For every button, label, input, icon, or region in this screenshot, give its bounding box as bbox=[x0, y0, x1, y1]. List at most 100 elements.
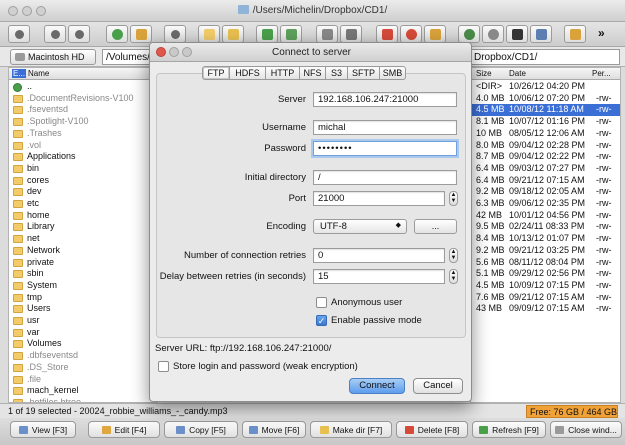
anonymous-checkbox[interactable] bbox=[316, 297, 327, 308]
toolbar-right-button[interactable] bbox=[68, 25, 90, 43]
ext-column-header[interactable]: E... bbox=[12, 69, 27, 78]
toolbar-sync-button[interactable] bbox=[280, 25, 302, 43]
port-input[interactable]: 21000 bbox=[313, 191, 445, 206]
perm-column-header[interactable]: Per... bbox=[592, 69, 611, 78]
toolbar-hex-button[interactable] bbox=[340, 25, 362, 43]
list-item[interactable]: 9.2 MB 09/21/12 03:25 PM -rw- bbox=[471, 245, 620, 257]
toolbar-newfolder-button[interactable] bbox=[198, 25, 220, 43]
right-file-panel[interactable]: Size Date Per... <DIR> 10/26/12 04:20 PM 4… bbox=[470, 67, 621, 403]
list-item[interactable]: dev bbox=[9, 186, 157, 198]
tab-s3[interactable]: S3 bbox=[326, 66, 348, 80]
list-item[interactable]: 42 MB 10/01/12 04:56 PM -rw- bbox=[471, 210, 620, 222]
close-dialog-icon[interactable] bbox=[156, 47, 166, 57]
size-column-header[interactable]: Size bbox=[476, 69, 492, 78]
list-item[interactable]: var bbox=[9, 327, 157, 339]
list-item[interactable]: 5.1 MB 09/29/12 02:56 PM -rw- bbox=[471, 268, 620, 280]
list-item[interactable]: Volumes bbox=[9, 338, 157, 350]
list-item[interactable]: cores bbox=[9, 175, 157, 187]
cancel-button[interactable]: Cancel bbox=[413, 378, 463, 394]
function-key-button[interactable]: Move [F6] bbox=[242, 421, 306, 438]
tab-ftp[interactable]: FTP bbox=[202, 66, 230, 80]
list-item[interactable]: usr bbox=[9, 315, 157, 327]
retries-stepper[interactable]: ▲ ▼ bbox=[449, 248, 458, 263]
function-key-button[interactable]: Edit [F4] bbox=[88, 421, 160, 438]
tab-sftp[interactable]: SFTP bbox=[348, 66, 380, 80]
toolbar-key-button[interactable] bbox=[424, 25, 446, 43]
right-path-field[interactable]: Dropbox/CD1/ bbox=[470, 49, 620, 65]
tab-nfs[interactable]: NFS bbox=[300, 66, 326, 80]
list-item[interactable]: 6.4 MB 09/21/12 07:15 AM -rw- bbox=[471, 175, 620, 187]
toolbar-up-button[interactable] bbox=[106, 25, 128, 43]
list-item[interactable]: .fseventsd bbox=[9, 104, 157, 116]
list-item[interactable]: .DocumentRevisions-V100 bbox=[9, 93, 157, 105]
list-item[interactable]: 4.5 MB 10/08/12 11:18 AM -rw- bbox=[471, 104, 620, 117]
left-path-field[interactable]: /Volumes/ bbox=[102, 49, 152, 65]
function-key-button[interactable]: Delete [F8] bbox=[396, 421, 468, 438]
initial-directory-input[interactable]: / bbox=[313, 170, 457, 185]
store-login-checkbox[interactable] bbox=[158, 361, 169, 372]
delay-stepper[interactable]: ▲ ▼ bbox=[449, 269, 458, 284]
list-item[interactable]: System bbox=[9, 280, 157, 292]
left-file-panel[interactable]: E... Name .. .DocumentRevisions-V100 .fsev… bbox=[8, 67, 158, 403]
list-item[interactable]: 6.3 MB 09/06/12 02:35 PM -rw- bbox=[471, 198, 620, 210]
server-input[interactable]: 192.168.106.247:21000 bbox=[313, 92, 457, 107]
list-item[interactable]: .file bbox=[9, 374, 157, 386]
retries-input[interactable]: 0 bbox=[313, 248, 445, 263]
list-item[interactable]: net bbox=[9, 233, 157, 245]
toolbar-terminal-button[interactable] bbox=[506, 25, 528, 43]
encoding-select[interactable]: UTF-8 ◆ bbox=[313, 219, 407, 234]
list-item[interactable]: 8.7 MB 09/04/12 02:22 PM -rw- bbox=[471, 151, 620, 163]
list-item[interactable]: 9.2 MB 09/18/12 02:05 AM -rw- bbox=[471, 186, 620, 198]
toolbar-stop-button[interactable] bbox=[164, 25, 186, 43]
overflow-chevron-icon[interactable]: » bbox=[598, 26, 605, 40]
list-item[interactable]: 43 MB 09/09/12 07:15 AM -rw- bbox=[471, 303, 620, 315]
list-item[interactable]: sbin bbox=[9, 268, 157, 280]
password-input[interactable]: •••••••• bbox=[313, 141, 457, 156]
toolbar-home-button[interactable] bbox=[130, 25, 152, 43]
encoding-more-button[interactable]: ... bbox=[414, 219, 457, 234]
date-column-header[interactable]: Date bbox=[509, 69, 526, 78]
function-key-button[interactable]: Copy [F5] bbox=[164, 421, 238, 438]
name-column-header[interactable]: Name bbox=[28, 69, 49, 78]
toolbar-refresh-button[interactable] bbox=[256, 25, 278, 43]
toolbar-monitor-button[interactable] bbox=[530, 25, 552, 43]
list-item[interactable]: 9.5 MB 02/24/11 08:33 PM -rw- bbox=[471, 221, 620, 233]
list-item[interactable]: .vol bbox=[9, 140, 157, 152]
toolbar-bookmark-button[interactable] bbox=[222, 25, 244, 43]
toolbar-tools-button[interactable] bbox=[564, 25, 586, 43]
list-item[interactable]: Users bbox=[9, 303, 157, 315]
list-item[interactable]: .Trashes bbox=[9, 128, 157, 140]
list-item[interactable]: 8.0 MB 09/04/12 02:28 PM -rw- bbox=[471, 140, 620, 152]
username-input[interactable]: michal bbox=[313, 120, 457, 135]
tab-smb[interactable]: SMB bbox=[380, 66, 406, 80]
list-item[interactable]: home bbox=[9, 210, 157, 222]
list-item[interactable]: .dbfseventsd bbox=[9, 350, 157, 362]
function-key-button[interactable]: Close wind... bbox=[550, 421, 622, 438]
list-item[interactable]: tmp bbox=[9, 292, 157, 304]
list-item[interactable]: 6.4 MB 09/03/12 07:27 PM -rw- bbox=[471, 163, 620, 175]
function-key-button[interactable]: Refresh [F9] bbox=[472, 421, 546, 438]
list-item[interactable]: mach_kernel bbox=[9, 385, 157, 397]
toolbar-back-button[interactable] bbox=[8, 25, 30, 43]
list-item[interactable]: 8.4 MB 10/13/12 01:07 PM -rw- bbox=[471, 233, 620, 245]
tab-hdfs[interactable]: HDFS bbox=[230, 66, 266, 80]
list-item[interactable]: .DS_Store bbox=[9, 362, 157, 374]
delay-input[interactable]: 15 bbox=[313, 269, 445, 284]
tab-http[interactable]: HTTP bbox=[266, 66, 300, 80]
toolbar-gear-button[interactable] bbox=[316, 25, 338, 43]
list-item[interactable]: etc bbox=[9, 198, 157, 210]
list-item[interactable]: 5.6 MB 08/11/12 08:04 PM -rw- bbox=[471, 257, 620, 269]
list-item[interactable]: Library bbox=[9, 221, 157, 233]
list-item[interactable]: .. bbox=[9, 81, 157, 93]
toolbar-favorites-button[interactable] bbox=[400, 25, 422, 43]
toolbar-bookmarks-button[interactable] bbox=[376, 25, 398, 43]
list-item[interactable]: 4.5 MB 10/09/12 07:15 PM -rw- bbox=[471, 280, 620, 292]
list-item[interactable]: 10 MB 08/05/12 12:06 AM -rw- bbox=[471, 128, 620, 140]
list-item[interactable]: 4.0 MB 10/06/12 07:20 PM -rw- bbox=[471, 93, 620, 105]
drive-select-button[interactable]: Macintosh HD bbox=[10, 49, 96, 65]
list-item[interactable]: bin bbox=[9, 163, 157, 175]
list-item[interactable]: private bbox=[9, 257, 157, 269]
function-key-button[interactable]: View [F3] bbox=[10, 421, 76, 438]
toolbar-left-button[interactable] bbox=[44, 25, 66, 43]
list-item[interactable]: Applications bbox=[9, 151, 157, 163]
